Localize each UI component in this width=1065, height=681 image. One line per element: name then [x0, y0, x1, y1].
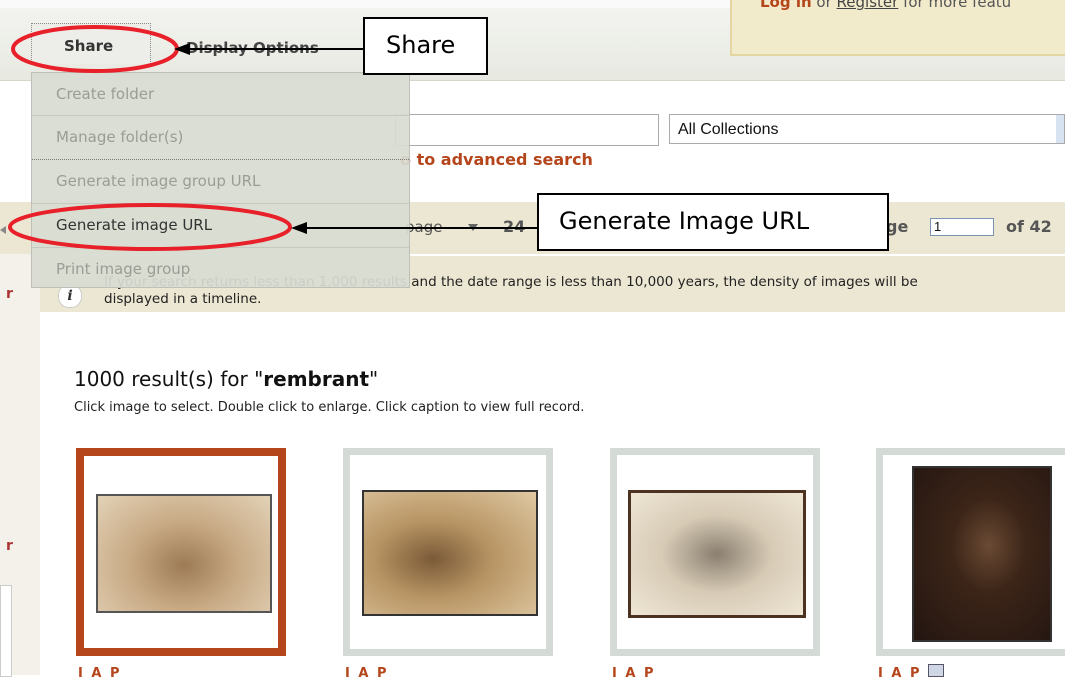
callout-generate-image-url: Generate Image URL	[537, 193, 889, 251]
page-total: of 42	[1006, 217, 1052, 236]
share-menu-label[interactable]: Share	[64, 37, 113, 55]
search-input[interactable]	[395, 114, 659, 146]
result-caption[interactable]: I A P	[345, 666, 388, 681]
display-options-menu[interactable]: Display Options	[186, 39, 319, 57]
menu-item-generate-image-url[interactable]: Generate image URL	[32, 203, 409, 245]
result-caption[interactable]: I A P	[612, 666, 655, 681]
login-text: Log in or Register for more featu	[760, 0, 1011, 11]
results-count: 1000 result(s) for "	[74, 367, 264, 391]
artwork-image[interactable]	[362, 490, 538, 616]
sidebar-toggle-icon[interactable]: r	[6, 538, 13, 554]
collections-select[interactable]: All Collections	[669, 114, 1065, 144]
results-quote: "	[369, 367, 379, 391]
results-title: 1000 result(s) for "rembrant"	[74, 367, 378, 391]
sidebar-panel	[0, 585, 12, 677]
callout-share: Share	[363, 17, 488, 75]
register-link[interactable]: Register	[837, 0, 899, 11]
login-link[interactable]: Log in	[760, 0, 812, 11]
pager-left-arrow-icon[interactable]	[0, 226, 6, 234]
artwork-image[interactable]	[912, 466, 1052, 642]
result-caption[interactable]: I A P	[878, 666, 921, 681]
sidebar-toggle-icon[interactable]: r	[6, 286, 13, 302]
menu-item-print-image-group[interactable]: Print image group	[32, 247, 409, 289]
menu-item-create-folder[interactable]: Create folder	[32, 73, 409, 115]
artwork-image[interactable]	[628, 490, 806, 618]
per-page-label: page	[405, 218, 443, 236]
results-instructions: Click image to select. Double click to e…	[74, 400, 585, 415]
result-caption[interactable]: I A P	[78, 666, 121, 681]
page-number-input[interactable]: 1	[930, 218, 994, 236]
login-rest: for more featu	[898, 0, 1012, 11]
menu-item-manage-folders[interactable]: Manage folder(s)	[32, 115, 409, 157]
advanced-search-link[interactable]: o to advanced search	[400, 150, 593, 169]
per-page-dropdown-icon[interactable]	[468, 224, 478, 231]
artwork-image[interactable]	[96, 494, 272, 613]
collections-dropdown-button[interactable]	[1056, 115, 1064, 143]
page-label: ge	[886, 217, 909, 236]
image-group-icon[interactable]	[928, 664, 944, 677]
results-query: rembrant	[263, 367, 370, 391]
login-or: or	[811, 0, 837, 11]
menu-item-generate-image-group-url[interactable]: Generate image group URL	[32, 159, 409, 201]
collections-select-value: All Collections	[678, 121, 779, 138]
share-dropdown-menu: Create folder Manage folder(s) Generate …	[31, 72, 410, 288]
per-page-value[interactable]: 24	[503, 217, 525, 236]
